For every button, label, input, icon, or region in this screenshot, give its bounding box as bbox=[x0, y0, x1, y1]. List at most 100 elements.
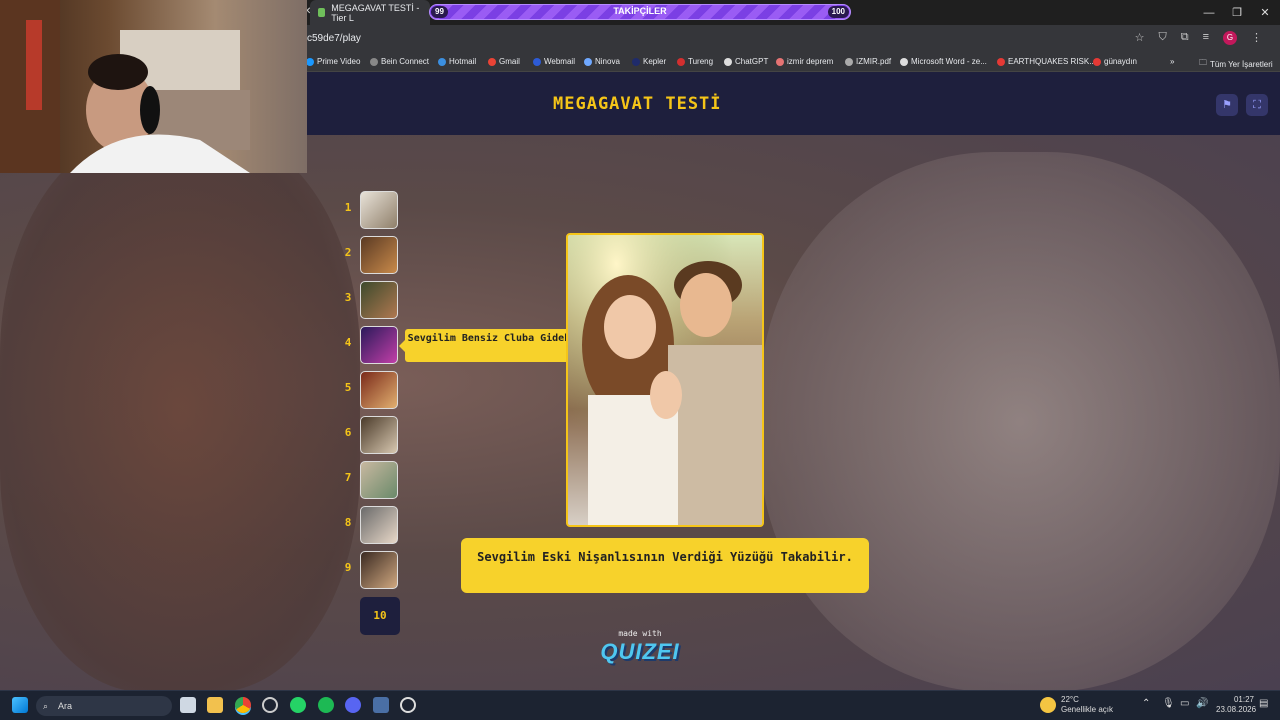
bookmark-item[interactable]: Bein Connect bbox=[370, 57, 429, 66]
url-input[interactable]: c59de7/play bbox=[307, 33, 361, 44]
rank-thumbnail[interactable] bbox=[360, 281, 398, 319]
rank-number: 1 bbox=[344, 201, 352, 214]
bookmark-item[interactable]: Ninova bbox=[584, 57, 620, 66]
bookmark-icon bbox=[1093, 57, 1101, 66]
rank-slot-10-empty[interactable]: 10 bbox=[360, 597, 400, 635]
star-icon[interactable]: ☆ bbox=[1135, 31, 1145, 45]
media-icon[interactable]: ≡ bbox=[1203, 31, 1209, 45]
background-blur-left bbox=[0, 132, 360, 690]
speed-icon[interactable] bbox=[262, 697, 278, 713]
bookmark-icon bbox=[584, 57, 592, 66]
windows-start-icon[interactable] bbox=[12, 697, 28, 713]
bookmark-item[interactable]: günaydın bbox=[1093, 57, 1137, 66]
maximize-icon[interactable]: ❐ bbox=[1223, 6, 1251, 19]
bookmark-item[interactable]: Gmail bbox=[488, 57, 520, 66]
rank-thumbnail[interactable] bbox=[360, 461, 398, 499]
couple-photo bbox=[568, 235, 762, 525]
bookmark-item[interactable]: Tureng bbox=[677, 57, 713, 66]
progress-label: TAKİPÇİLER bbox=[613, 6, 667, 16]
rank-number: 3 bbox=[344, 291, 352, 304]
rank-slot-6[interactable]: 6 bbox=[338, 416, 408, 454]
menu-icon[interactable]: ⋮ bbox=[1251, 31, 1262, 45]
close-window-icon[interactable]: ✕ bbox=[1251, 6, 1279, 19]
rank-thumbnail[interactable] bbox=[360, 506, 398, 544]
clock[interactable]: 01:27 23.08.2026 bbox=[1216, 695, 1256, 715]
rank-thumbnail[interactable] bbox=[360, 326, 398, 364]
bookmark-item[interactable]: EARTHQUAKES RISK... bbox=[997, 57, 1096, 66]
flag-icon[interactable]: ⚑ bbox=[1216, 94, 1238, 116]
window-controls: — ❐ ✕ bbox=[1195, 0, 1279, 25]
tray-chevron-icon[interactable]: ⌃ bbox=[1142, 699, 1150, 709]
quiz-title: MEGAGAVAT TESTİ bbox=[553, 94, 722, 114]
spotify-icon[interactable] bbox=[318, 697, 334, 713]
rank-number: 8 bbox=[344, 516, 352, 529]
rank-number: 9 bbox=[344, 561, 352, 574]
bookmark-item[interactable]: IZMIR.pdf bbox=[845, 57, 891, 66]
rank-thumbnail[interactable] bbox=[360, 416, 398, 454]
weather-icon bbox=[1040, 697, 1056, 713]
weather-widget[interactable]: 22°C Genellikle açık bbox=[1061, 695, 1113, 715]
chrome-icon[interactable] bbox=[235, 697, 251, 713]
microphone-icon[interactable]: 🎙 bbox=[1162, 699, 1175, 709]
bookmark-item[interactable]: ChatGPT bbox=[724, 57, 768, 66]
minimize-icon[interactable]: — bbox=[1195, 7, 1223, 19]
rank-number: 7 bbox=[344, 471, 352, 484]
bookmark-icon bbox=[438, 57, 446, 66]
rank-slot-9[interactable]: 9 bbox=[338, 551, 408, 589]
extensions-icon[interactable]: ⧉ bbox=[1181, 31, 1189, 45]
windows-taskbar: ⌕ Ara 22°C Genellikle açık ⌃ 🎙 ▭ 🔊 01:27… bbox=[0, 690, 1280, 720]
avatar[interactable]: G bbox=[1223, 31, 1237, 45]
question-card: Sevgilim Eski Nişanlısının Verdiği Yüzüğ… bbox=[461, 538, 869, 593]
taskbar-search[interactable]: ⌕ Ara bbox=[36, 696, 172, 716]
shield-icon[interactable]: ⛉ bbox=[1158, 31, 1166, 45]
bookmark-item[interactable]: Hotmail bbox=[438, 57, 476, 66]
made-with-label: made with bbox=[618, 629, 662, 638]
toolbar-icons: ☆ ⛉ ⧉ ≡ G ⋮ bbox=[1135, 31, 1262, 45]
bookmark-item[interactable]: Kepler bbox=[632, 57, 666, 66]
quizei-logo[interactable]: QUIZEI bbox=[598, 639, 682, 665]
bookmark-item[interactable]: Prime Video bbox=[306, 57, 360, 66]
bookmark-item[interactable]: Microsoft Word - ze... bbox=[900, 57, 987, 66]
more-bookmarks-icon[interactable]: » bbox=[1170, 57, 1174, 66]
all-bookmarks-folder[interactable]: 🗀 Tüm Yer İşaretleri bbox=[1199, 57, 1273, 71]
bookmark-icon bbox=[845, 57, 853, 66]
rank-slot-8[interactable]: 8 bbox=[338, 506, 408, 544]
rank-number: 2 bbox=[344, 246, 352, 259]
rank-thumbnail[interactable] bbox=[360, 191, 398, 229]
follower-progress-bar: 99 TAKİPÇİLER 100 bbox=[429, 4, 851, 20]
whatsapp-icon[interactable] bbox=[290, 697, 306, 713]
bookmark-icon bbox=[632, 57, 640, 66]
network-icon[interactable]: ▭ bbox=[1180, 699, 1189, 709]
folder-icon: 🗀 bbox=[1199, 58, 1207, 67]
tab-megagavat[interactable]: MEGAGAVAT TESTİ - Tier L bbox=[310, 0, 430, 25]
rank-number: 6 bbox=[344, 426, 352, 439]
rank-thumbnail[interactable] bbox=[360, 236, 398, 274]
current-item-image[interactable] bbox=[566, 233, 764, 527]
quiz-header: MEGAGAVAT TESTİ ⚑ ⛶ bbox=[307, 72, 1280, 135]
obs-icon[interactable] bbox=[400, 697, 416, 713]
discord-icon[interactable] bbox=[345, 697, 361, 713]
progress-goal: 100 bbox=[827, 6, 849, 18]
rank-thumbnail[interactable] bbox=[360, 371, 398, 409]
steam-icon[interactable] bbox=[373, 697, 389, 713]
rank-number: 5 bbox=[344, 381, 352, 394]
rank-slot-2[interactable]: 2 bbox=[338, 236, 408, 274]
tab-title: MEGAGAVAT TESTİ - Tier L bbox=[331, 2, 420, 23]
fullscreen-icon[interactable]: ⛶ bbox=[1246, 94, 1268, 116]
rank-slot-3[interactable]: 3 bbox=[338, 281, 408, 319]
rank-slot-1[interactable]: 1 bbox=[338, 191, 408, 229]
bookmark-icon bbox=[306, 57, 314, 66]
file-explorer-icon[interactable] bbox=[207, 697, 223, 713]
background-blur-right bbox=[760, 152, 1280, 690]
notifications-icon[interactable]: ▤ bbox=[1259, 699, 1268, 709]
bookmark-item[interactable]: Webmail bbox=[533, 57, 575, 66]
task-view-icon[interactable] bbox=[180, 697, 196, 713]
rank-slot-4[interactable]: 4 bbox=[338, 326, 408, 364]
rank-slot-7[interactable]: 7 bbox=[338, 461, 408, 499]
bookmark-icon bbox=[776, 57, 784, 66]
volume-icon[interactable]: 🔊 bbox=[1196, 699, 1208, 709]
rank-thumbnail[interactable] bbox=[360, 551, 398, 589]
bookmark-icon bbox=[370, 57, 378, 66]
rank-slot-5[interactable]: 5 bbox=[338, 371, 408, 409]
bookmark-item[interactable]: izmir deprem bbox=[776, 57, 833, 66]
